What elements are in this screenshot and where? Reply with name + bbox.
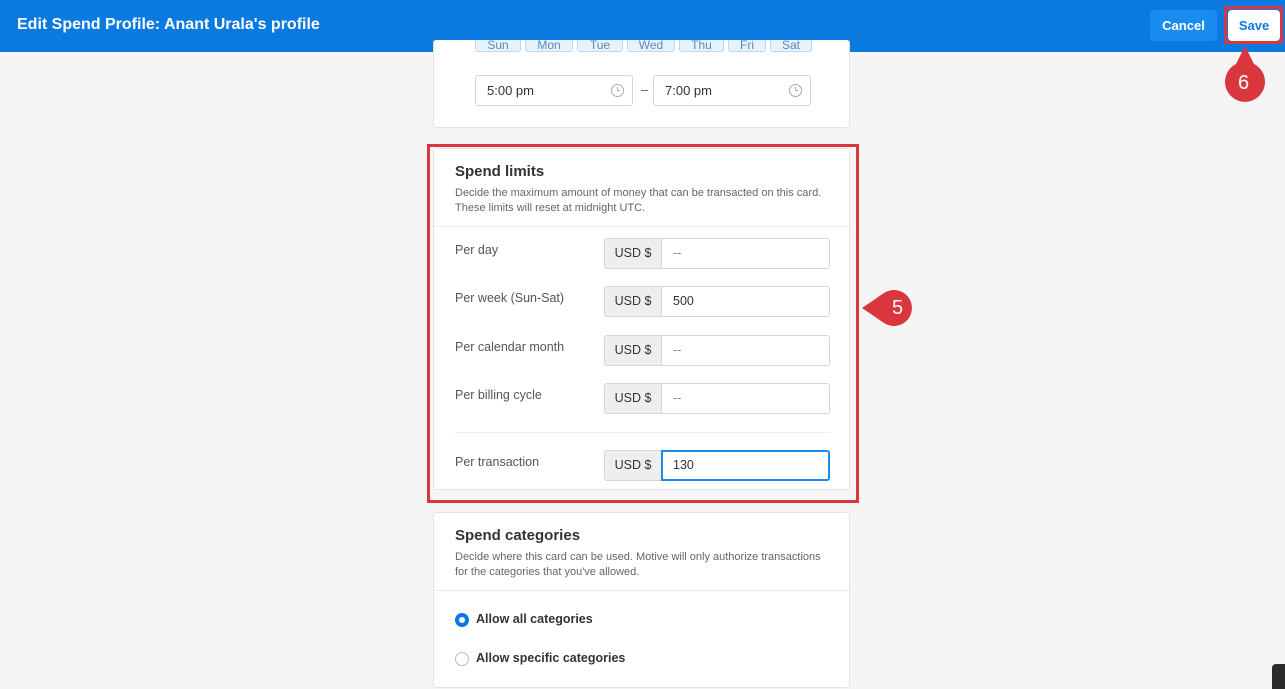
- clock-icon: [789, 84, 802, 97]
- save-button[interactable]: Save: [1228, 10, 1280, 41]
- time-separator: –: [641, 82, 649, 97]
- spend-categories-title: Spend categories: [455, 527, 581, 544]
- allow-specific-categories-label[interactable]: Allow specific categories: [476, 651, 625, 665]
- cancel-button[interactable]: Cancel: [1150, 10, 1217, 41]
- schedule-card: Sun Mon Tue Wed Thu Fri Sat 5:00 pm – 7:…: [433, 40, 850, 128]
- spend-categories-card: Spend categories Decide where this card …: [433, 512, 850, 688]
- step-6-number: 6: [1238, 72, 1250, 94]
- step-5-number: 5: [892, 297, 904, 319]
- page-title: Edit Spend Profile: Anant Urala's profil…: [17, 16, 320, 33]
- day-thu[interactable]: Thu: [679, 40, 724, 52]
- day-fri[interactable]: Fri: [728, 40, 766, 52]
- end-time-input[interactable]: 7:00 pm: [653, 75, 811, 106]
- allow-specific-categories-radio[interactable]: [455, 652, 469, 666]
- end-time-value: 7:00 pm: [665, 83, 712, 98]
- clock-icon: [611, 84, 624, 97]
- day-tue[interactable]: Tue: [577, 40, 623, 52]
- day-wed[interactable]: Wed: [627, 40, 675, 52]
- spend-limits-highlight-box: [427, 144, 859, 503]
- spend-categories-description-2: for the categories that you've allowed.: [455, 566, 640, 578]
- day-sat[interactable]: Sat: [770, 40, 812, 52]
- help-widget-icon[interactable]: [1272, 664, 1285, 689]
- spend-categories-description-1: Decide where this card can be used. Moti…: [455, 551, 821, 563]
- day-sun[interactable]: Sun: [475, 40, 521, 52]
- start-time-value: 5:00 pm: [487, 83, 534, 98]
- start-time-input[interactable]: 5:00 pm: [475, 75, 633, 106]
- day-mon[interactable]: Mon: [525, 40, 573, 52]
- allow-all-categories-radio[interactable]: [455, 613, 469, 627]
- divider: [434, 590, 849, 591]
- allow-all-categories-label[interactable]: Allow all categories: [476, 612, 593, 626]
